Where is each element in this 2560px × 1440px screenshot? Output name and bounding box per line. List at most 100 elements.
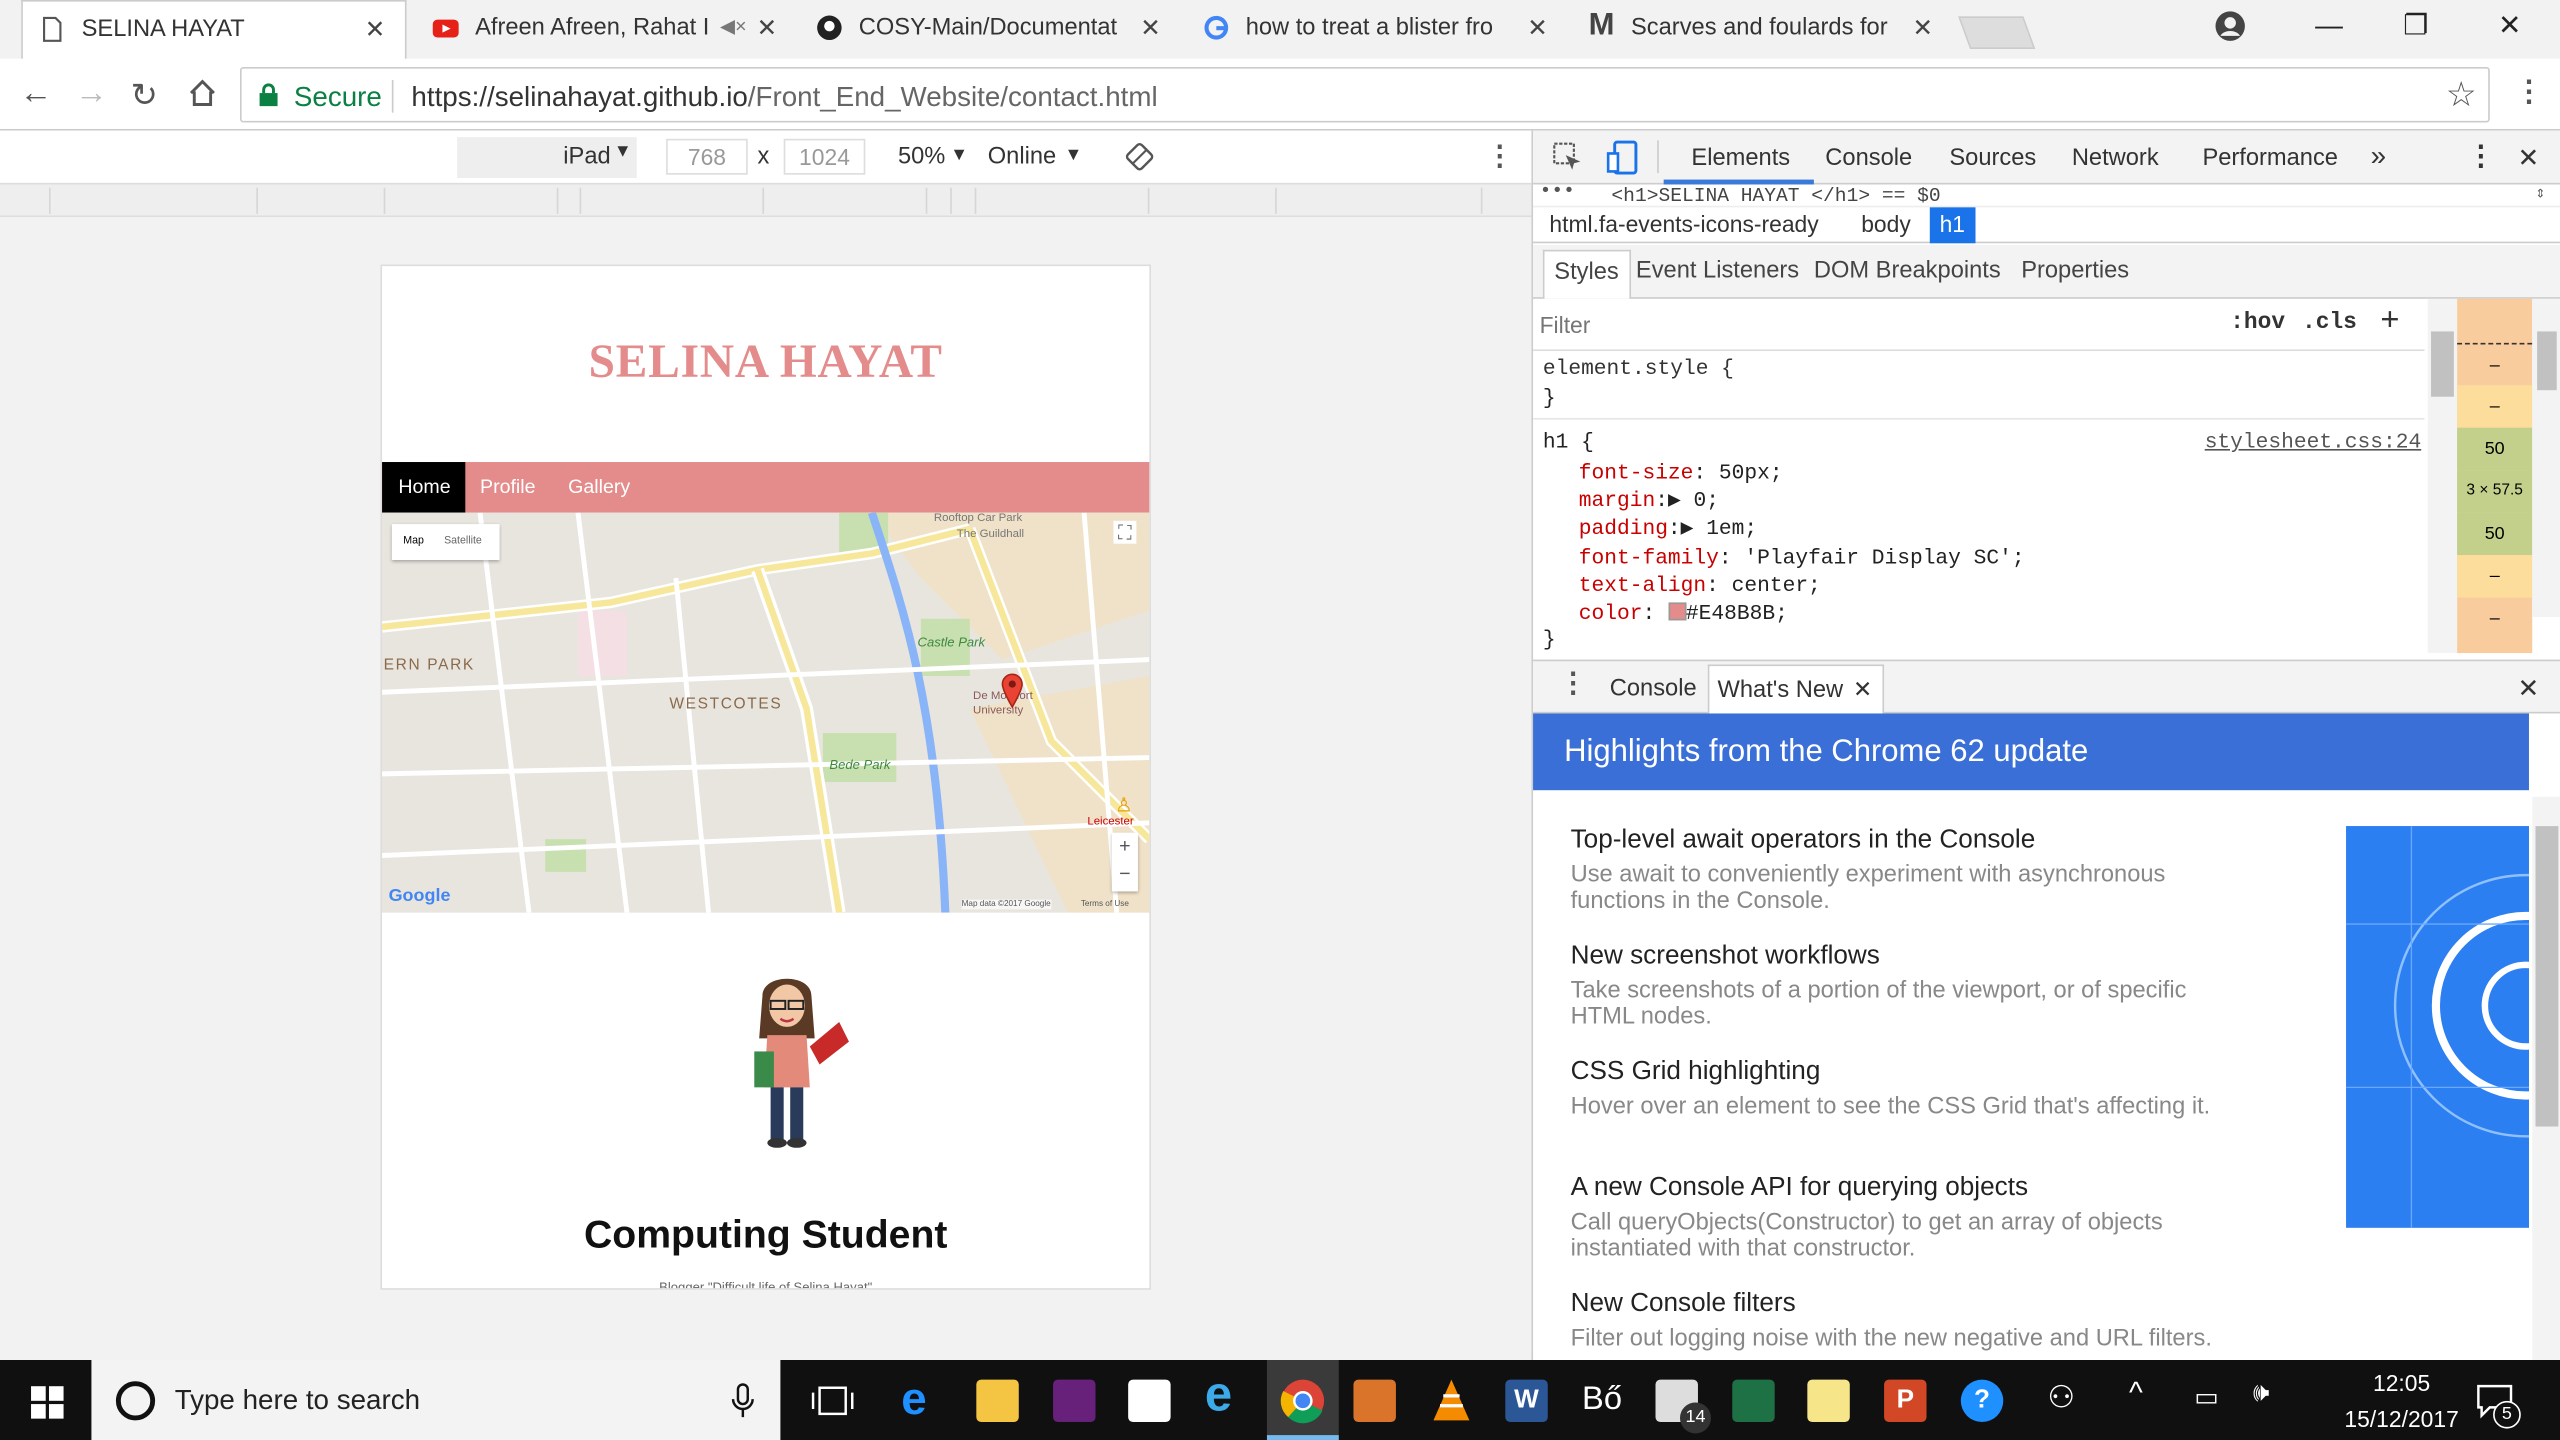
zoom-select[interactable]: 50% [898, 144, 945, 170]
width-input[interactable]: 768 [666, 138, 748, 175]
store-icon[interactable] [1128, 1379, 1171, 1423]
clock-time[interactable]: 12:05 [2353, 1370, 2451, 1396]
subtab-styles[interactable]: Styles [1542, 249, 1631, 299]
word-icon[interactable]: W [1505, 1379, 1548, 1423]
devtools-menu-icon[interactable]: ⋮ [2467, 140, 2495, 173]
device-select[interactable]: iPad ▼ [457, 137, 637, 178]
source-link[interactable]: stylesheet.css:24 [2205, 429, 2422, 453]
crumb-body[interactable]: body [1851, 211, 1920, 237]
element-style-selector[interactable]: element.style { [1543, 356, 1734, 380]
tab-elements[interactable]: Elements [1691, 145, 1790, 171]
restore-icon[interactable]: ❐ [2403, 10, 2428, 43]
volume-icon[interactable]: 🕪 [2253, 1380, 2269, 1409]
color-swatch[interactable] [1667, 602, 1686, 621]
bookmark-star-icon[interactable]: ☆ [2446, 75, 2477, 116]
tab-google[interactable]: how to treat a blister fro ✕ [1187, 0, 1567, 59]
news-item[interactable]: A new Console API for querying objects Ca… [1571, 1174, 2257, 1262]
news-item[interactable]: New Console filters Filter out logging no… [1571, 1290, 2257, 1352]
internet-explorer-icon[interactable]: e [1205, 1368, 1247, 1422]
close-devtools-icon[interactable]: ✕ [2518, 142, 2540, 175]
visual-studio-icon[interactable] [1053, 1379, 1096, 1423]
close-tab-icon[interactable]: ✕ [1913, 13, 1934, 43]
back-icon[interactable]: ← [20, 75, 53, 113]
zoom-out-button[interactable]: − [1112, 860, 1138, 888]
file-explorer-icon[interactable] [976, 1379, 1019, 1423]
tab-selina-hayat[interactable]: SELINA HAYAT ✕ [21, 0, 407, 59]
news-item[interactable]: Top-level await operators in the Console… [1571, 826, 2257, 914]
drawer-tab-console[interactable]: Console [1610, 676, 1697, 702]
nav-profile[interactable]: Profile [464, 462, 552, 513]
new-rule-icon[interactable]: + [2380, 302, 2399, 340]
fullscreen-icon[interactable]: ⛶ [1113, 520, 1137, 544]
news-scrollbar[interactable] [2532, 796, 2560, 1360]
close-tab-icon[interactable]: ✕ [1527, 13, 1548, 43]
device-menu-icon[interactable]: ⋮ [1486, 140, 1514, 173]
show-hidden-icons[interactable]: ^ [2129, 1376, 2143, 1410]
map-pin-icon[interactable] [1001, 673, 1024, 709]
help-icon[interactable]: ? [1960, 1379, 2004, 1423]
dom-tree-selected[interactable]: ••• <h1>SELINA HAYAT </h1> == $0 ⇕ [1533, 180, 2560, 208]
bo-icon[interactable]: Bő [1582, 1381, 1624, 1423]
news-item[interactable]: New screenshot workflows Take screenshots… [1571, 942, 2257, 1030]
menu-icon[interactable]: ⋮ [2514, 75, 2543, 109]
subtab-dom-breakpoints[interactable]: DOM Breakpoints [1814, 258, 2001, 284]
styles-scrollbar[interactable] [2427, 298, 2458, 654]
url-text[interactable]: https://selinahayat.github.io/Front_End_… [411, 82, 1157, 115]
crumb-html[interactable]: html.fa-events-icons-ready [1540, 211, 1829, 237]
close-drawer-icon[interactable]: ✕ [2518, 673, 2540, 706]
microphone-icon[interactable] [731, 1383, 754, 1419]
drawer-menu-icon[interactable]: ⋮ [1559, 668, 1587, 701]
boxmodel-scrollbar[interactable] [2532, 298, 2560, 618]
close-tab-icon[interactable]: ✕ [365, 15, 386, 44]
tab-sources[interactable]: Sources [1949, 145, 2036, 171]
close-tab-icon[interactable]: ✕ [757, 13, 778, 43]
chrome-taskbar-active[interactable] [1266, 1359, 1339, 1440]
device-toggle-icon[interactable] [1606, 140, 1640, 175]
vlc-icon[interactable] [1430, 1378, 1472, 1424]
close-window-icon[interactable]: ✕ [2498, 10, 2521, 43]
h1-selector[interactable]: h1 { [1543, 429, 1594, 453]
minimize-icon[interactable]: — [2315, 10, 2343, 43]
reload-icon[interactable]: ↻ [131, 75, 158, 116]
tab-console[interactable]: Console [1825, 145, 1912, 171]
tab-performance[interactable]: Performance [2202, 145, 2338, 171]
windows-start-icon[interactable] [31, 1386, 64, 1419]
excel-icon[interactable] [1732, 1379, 1775, 1423]
forward-icon[interactable]: → [75, 75, 108, 113]
subtab-event-listeners[interactable]: Event Listeners [1636, 258, 1799, 284]
close-tab-icon[interactable]: ✕ [1140, 13, 1161, 43]
nav-gallery[interactable]: Gallery [552, 462, 647, 513]
map-type-satellite[interactable]: Satellite [444, 536, 482, 547]
people-icon[interactable]: ⚇ [2047, 1380, 2075, 1418]
more-tabs-icon[interactable]: » [2371, 140, 2386, 173]
battery-icon[interactable]: ▭ [2194, 1381, 2219, 1414]
profile-icon[interactable] [2214, 10, 2247, 43]
styles-filter-input[interactable] [1539, 308, 2160, 342]
close-drawer-tab-icon[interactable]: ✕ [1853, 676, 1872, 704]
news-item[interactable]: CSS Grid highlighting Hover over an eleme… [1571, 1058, 2257, 1120]
drawer-tab-whats-new[interactable]: What's New ✕ [1707, 664, 1885, 716]
inspect-element-icon[interactable] [1553, 142, 1584, 173]
google-map[interactable]: WESTCOTES ERN PARK Castle Park Bede Park… [382, 512, 1150, 913]
zoom-in-button[interactable]: + [1112, 833, 1138, 861]
speaker-mute-icon[interactable]: ◀× [720, 15, 747, 38]
tab-github[interactable]: COSY-Main/Documentat ✕ [800, 0, 1180, 59]
height-input[interactable]: 1024 [783, 138, 866, 175]
omnibox[interactable]: Secure https://selinahayat.github.io/Fro… [239, 66, 2490, 123]
home-icon[interactable] [186, 77, 219, 110]
task-view-icon[interactable] [811, 1383, 854, 1419]
nav-home[interactable]: Home [382, 462, 466, 513]
hov-toggle[interactable]: :hov [2230, 310, 2285, 336]
media-player-icon[interactable] [1353, 1379, 1396, 1423]
subtab-properties[interactable]: Properties [2021, 258, 2129, 284]
powerpoint-icon[interactable]: P [1884, 1379, 1927, 1423]
network-select[interactable]: Online [988, 144, 1056, 170]
edge-icon[interactable]: e [901, 1373, 943, 1424]
tab-gmail[interactable]: M Scarves and foulards for ✕ [1572, 0, 1952, 59]
sticky-notes-icon[interactable] [1807, 1379, 1850, 1423]
crumb-h1[interactable]: h1 [1929, 207, 1975, 244]
tab-network[interactable]: Network [2072, 145, 2159, 171]
rotate-icon[interactable] [1125, 142, 1154, 171]
taskbar-search[interactable]: Type here to search [91, 1359, 781, 1440]
tab-youtube[interactable]: Afreen Afreen, Rahat I ◀× ✕ [416, 0, 796, 59]
